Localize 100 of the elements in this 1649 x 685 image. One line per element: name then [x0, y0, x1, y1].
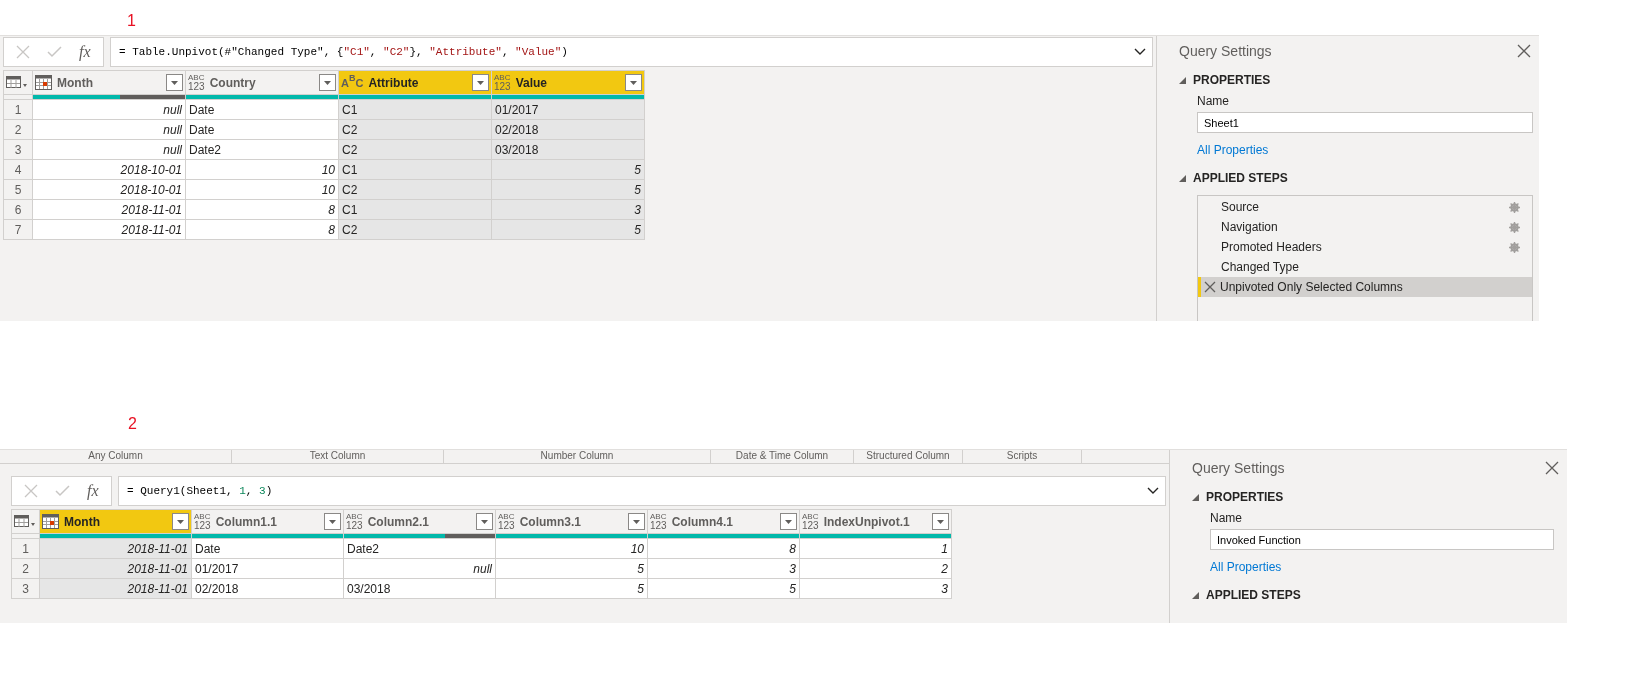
- row-number[interactable]: 2: [11, 558, 40, 579]
- ribbon-group-label: Structured Column: [854, 450, 963, 463]
- fx-label[interactable]: fx: [79, 40, 91, 64]
- close-icon: [1517, 44, 1531, 58]
- column-name: Attribute: [368, 74, 420, 92]
- column-filter-button[interactable]: [780, 513, 797, 530]
- all-properties-link[interactable]: All Properties: [1197, 141, 1269, 159]
- column-filter-button[interactable]: [319, 74, 336, 91]
- caret-icon: [477, 80, 484, 85]
- column-filter-button[interactable]: [166, 74, 183, 91]
- column-filter-button[interactable]: [476, 513, 493, 530]
- table-menu-icon[interactable]: [14, 515, 36, 528]
- field-label: Name: [1210, 510, 1243, 527]
- collapse-triangle-icon[interactable]: [1179, 174, 1186, 182]
- table-cell: null: [343, 558, 496, 579]
- column-name: Country: [209, 74, 257, 92]
- applied-step[interactable]: Changed Type: [1198, 257, 1532, 277]
- row-number[interactable]: 3: [3, 139, 33, 160]
- table-cell: 2018-11-01: [39, 538, 192, 559]
- row-number[interactable]: 1: [3, 99, 33, 120]
- column-filter-button[interactable]: [472, 74, 489, 91]
- table-cell: 5: [647, 578, 800, 599]
- column-filter-button[interactable]: [932, 513, 949, 530]
- table-cell: 3: [647, 558, 800, 579]
- table-cell: 10: [185, 159, 339, 180]
- abc-123-icon: ABC 123: [498, 513, 515, 530]
- ribbon-group-label: Any Column: [0, 450, 232, 463]
- row-number[interactable]: 5: [3, 179, 33, 200]
- applied-step[interactable]: Source: [1198, 197, 1532, 217]
- close-button[interactable]: [1545, 461, 1559, 475]
- caret-icon: [324, 80, 331, 85]
- column-filter-button[interactable]: [324, 513, 341, 530]
- ribbon-group-label: Scripts: [963, 450, 1082, 463]
- column-filter-button[interactable]: [625, 74, 642, 91]
- collapse-triangle-icon[interactable]: [1192, 493, 1199, 501]
- table-cell: 10: [185, 179, 339, 200]
- table-cell: Date2: [343, 538, 496, 559]
- close-button[interactable]: [1517, 44, 1531, 58]
- caret-icon: [329, 519, 336, 524]
- abc-123-icon: ABC 123: [802, 513, 819, 530]
- column-header[interactable]: Month: [32, 70, 186, 95]
- caret-icon: [937, 519, 944, 524]
- column-filter-button[interactable]: [172, 513, 189, 530]
- table-cell: 5: [495, 578, 648, 599]
- settings-title: Query Settings: [1179, 41, 1273, 61]
- applied-step[interactable]: Promoted Headers: [1198, 237, 1532, 257]
- table-cell: 8: [647, 538, 800, 559]
- abc-123-icon: ABC 123: [194, 513, 211, 530]
- calendar-table-icon: [35, 75, 52, 90]
- table-cell: Date: [191, 538, 344, 559]
- step-label: Changed Type: [1221, 259, 1300, 276]
- check-icon[interactable]: [55, 485, 71, 497]
- caret-icon: [171, 80, 178, 85]
- abc-123-icon: ABC 123: [346, 513, 363, 530]
- caret-icon: [481, 519, 488, 524]
- table-cell: 02/2018: [191, 578, 344, 599]
- close-icon: [1545, 461, 1559, 475]
- row-number[interactable]: 3: [11, 578, 40, 599]
- column-name: Column4.1: [671, 513, 735, 531]
- applied-step[interactable]: Navigation: [1198, 217, 1532, 237]
- fx-label[interactable]: fx: [87, 479, 99, 503]
- table-cell: 2018-11-01: [32, 219, 186, 240]
- caret-icon: [630, 80, 637, 85]
- all-properties-link[interactable]: All Properties: [1210, 558, 1282, 576]
- expand-chevron-icon[interactable]: [1147, 487, 1159, 495]
- caret-icon: [177, 519, 184, 524]
- ribbon-group-label: Date & Time Column: [711, 450, 854, 463]
- column-header[interactable]: Month: [39, 509, 192, 534]
- table-cell: 3: [799, 578, 952, 599]
- delete-step-icon[interactable]: [1204, 281, 1216, 293]
- collapse-triangle-icon[interactable]: [1192, 591, 1199, 599]
- table-cell: 2018-10-01: [32, 179, 186, 200]
- section-heading: APPLIED STEPS: [1206, 587, 1301, 604]
- check-icon[interactable]: [47, 46, 63, 58]
- table-cell: 2: [799, 558, 952, 579]
- collapse-triangle-icon[interactable]: [1179, 76, 1186, 84]
- name-field[interactable]: Invoked Function: [1210, 529, 1554, 550]
- ribbon-group-label: Text Column: [232, 450, 444, 463]
- column-name: Column3.1: [519, 513, 583, 531]
- name-field[interactable]: Sheet1: [1197, 112, 1533, 133]
- applied-step[interactable]: Unpivoted Only Selected Columns: [1198, 277, 1532, 297]
- row-number[interactable]: 7: [3, 219, 33, 240]
- panel-marker: 1: [127, 12, 136, 29]
- expand-chevron-icon[interactable]: [1134, 48, 1146, 56]
- table-cell: Date: [185, 99, 339, 120]
- step-label: Unpivoted Only Selected Columns: [1220, 279, 1404, 296]
- row-number[interactable]: 1: [11, 538, 40, 559]
- table-cell: 10: [495, 538, 648, 559]
- table-menu-icon[interactable]: [6, 76, 28, 89]
- abc-123-icon: ABC 123: [188, 74, 205, 91]
- row-number[interactable]: 2: [3, 119, 33, 140]
- step-label: Navigation: [1221, 219, 1279, 236]
- table-cell: 01/2017: [491, 99, 645, 120]
- row-number[interactable]: 6: [3, 199, 33, 220]
- section-heading: PROPERTIES: [1206, 489, 1284, 506]
- table-cell: null: [32, 139, 186, 160]
- column-filter-button[interactable]: [628, 513, 645, 530]
- table-cell: 5: [495, 558, 648, 579]
- table-cell: 03/2018: [343, 578, 496, 599]
- row-number[interactable]: 4: [3, 159, 33, 180]
